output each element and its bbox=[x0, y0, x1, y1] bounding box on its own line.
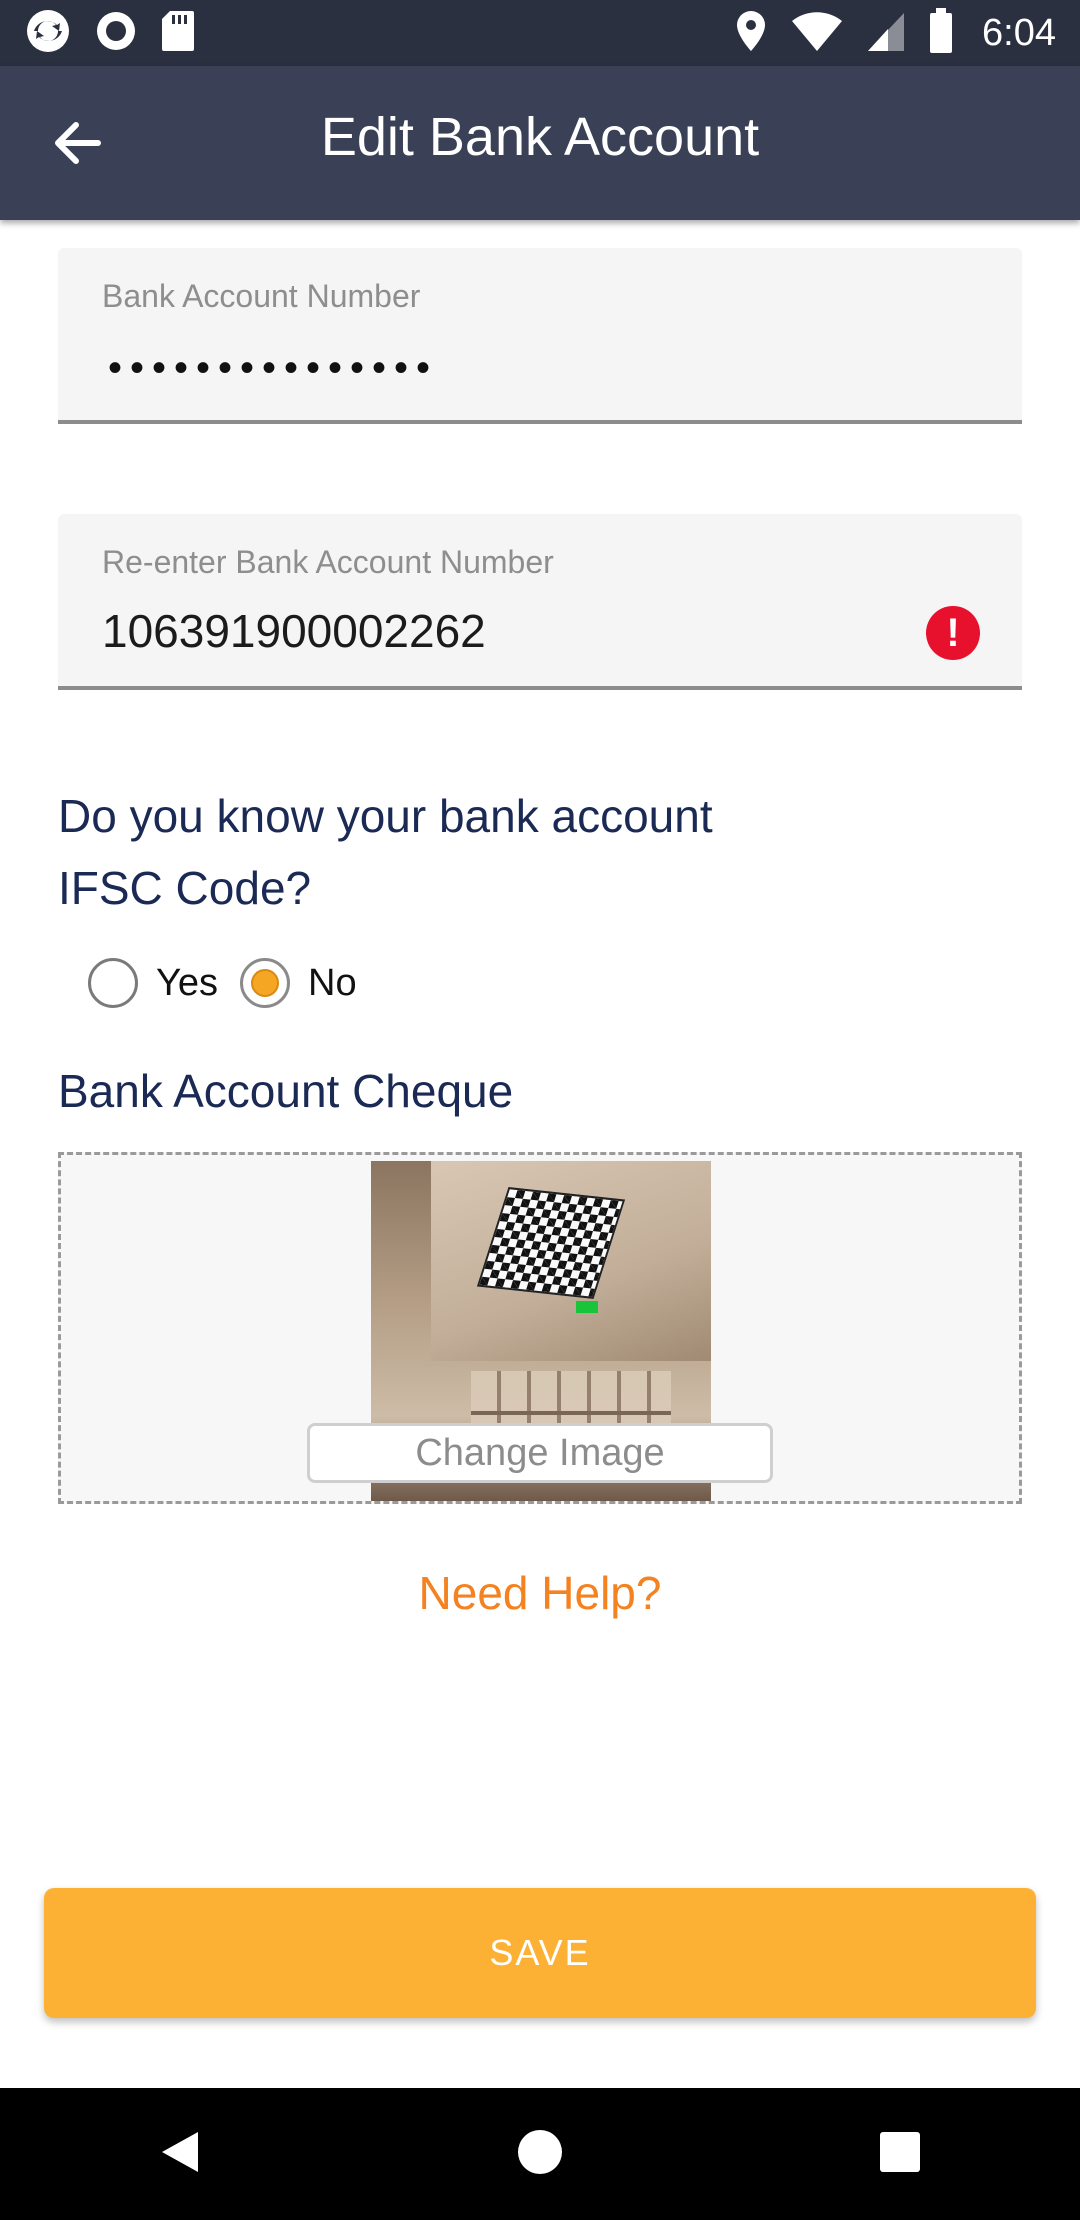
account-number-value: ••••••••••••••• bbox=[108, 346, 439, 390]
nav-recents-icon bbox=[878, 2130, 922, 2179]
nav-home-button[interactable] bbox=[500, 2114, 580, 2194]
account-number-label: Bank Account Number bbox=[102, 278, 421, 314]
radio-option-no[interactable]: No bbox=[240, 958, 357, 1008]
ifsc-question-line2: IFSC Code? bbox=[58, 862, 312, 914]
nav-back-button[interactable] bbox=[140, 2114, 220, 2194]
radio-yes-label: Yes bbox=[156, 961, 218, 1004]
ifsc-question-line1: Do you know your bank account bbox=[58, 790, 713, 842]
need-help-link[interactable]: Need Help? bbox=[0, 1566, 1080, 1620]
save-button[interactable]: SAVE bbox=[44, 1888, 1036, 2018]
nav-back-icon bbox=[158, 2128, 202, 2181]
reenter-account-number-field[interactable]: Re-enter Bank Account Number 10639190000… bbox=[58, 514, 1022, 690]
radio-no-label: No bbox=[308, 961, 357, 1004]
ifsc-question: Do you know your bank account IFSC Code? bbox=[58, 780, 818, 924]
battery-icon bbox=[928, 7, 954, 59]
sync-icon bbox=[24, 7, 72, 60]
wifi-icon bbox=[790, 9, 844, 58]
signal-icon bbox=[866, 9, 906, 58]
nav-home-icon bbox=[516, 2128, 564, 2181]
radio-yes[interactable] bbox=[88, 958, 138, 1008]
account-number-field[interactable]: Bank Account Number ••••••••••••••• bbox=[58, 248, 1022, 424]
page-title: Edit Bank Account bbox=[320, 107, 760, 167]
change-image-button[interactable]: Change Image bbox=[307, 1423, 773, 1483]
radio-selected-dot bbox=[251, 969, 279, 997]
cheque-upload-box[interactable]: Change Image bbox=[58, 1152, 1022, 1504]
radio-option-yes[interactable]: Yes bbox=[88, 958, 218, 1008]
location-icon bbox=[734, 9, 768, 58]
cheque-section-title: Bank Account Cheque bbox=[58, 1065, 514, 1117]
status-bar: 6:04 bbox=[0, 0, 1080, 66]
error-icon[interactable]: ! bbox=[926, 606, 980, 660]
nav-recents-button[interactable] bbox=[860, 2114, 940, 2194]
status-time: 6:04 bbox=[982, 11, 1056, 54]
navigation-bar bbox=[0, 2088, 1080, 2220]
record-icon bbox=[94, 9, 138, 58]
reenter-account-number-label: Re-enter Bank Account Number bbox=[102, 544, 554, 580]
app-bar: Edit Bank Account bbox=[0, 66, 1080, 220]
ifsc-radio-group: Yes No bbox=[88, 958, 379, 1008]
radio-no[interactable] bbox=[240, 958, 290, 1008]
image-shelf-line bbox=[471, 1411, 671, 1415]
sd-card-icon bbox=[160, 9, 196, 58]
reenter-account-number-value: 106391900002262 bbox=[102, 605, 486, 657]
image-green-patch bbox=[576, 1301, 598, 1313]
